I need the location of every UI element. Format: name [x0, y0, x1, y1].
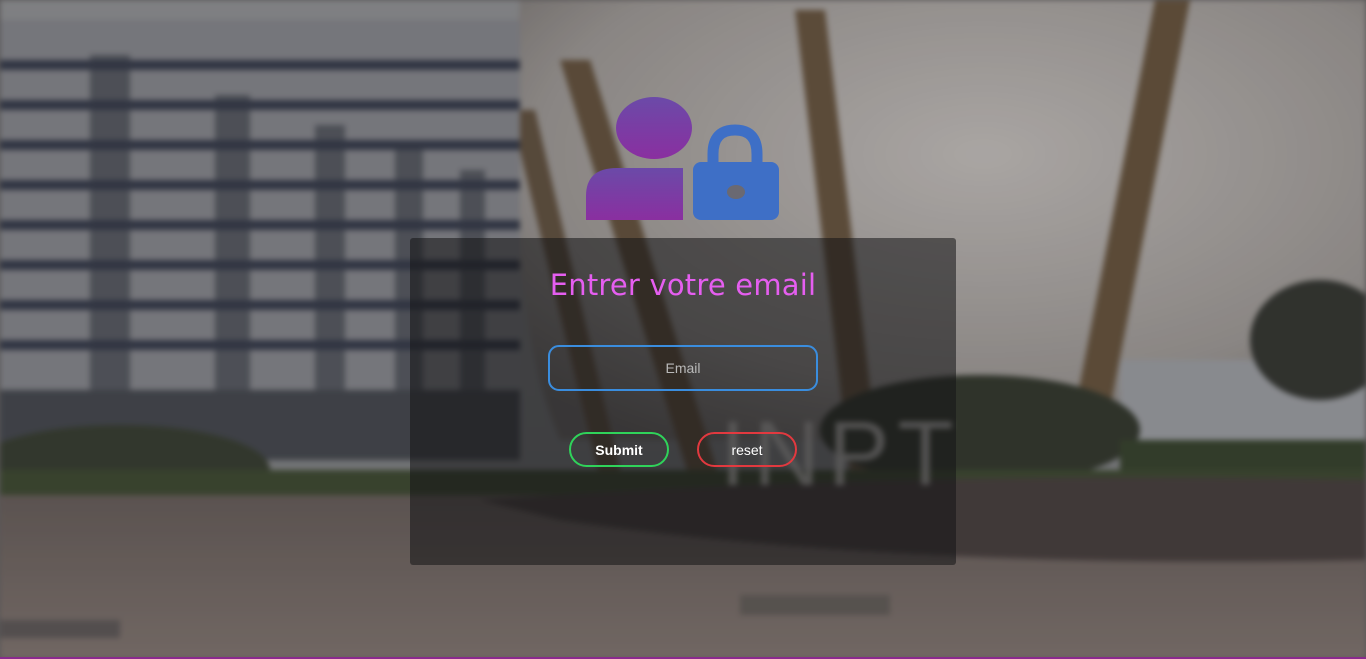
- reset-button[interactable]: reset: [697, 432, 797, 467]
- submit-button[interactable]: Submit: [569, 432, 669, 467]
- email-form-card: Entrer votre email Submit reset: [410, 238, 956, 565]
- form-title: Entrer votre email: [549, 268, 817, 302]
- login-page: INPT Entrer votre email Submit reset: [0, 0, 1366, 659]
- email-input[interactable]: [548, 345, 818, 391]
- user-lock-icon: [586, 97, 779, 220]
